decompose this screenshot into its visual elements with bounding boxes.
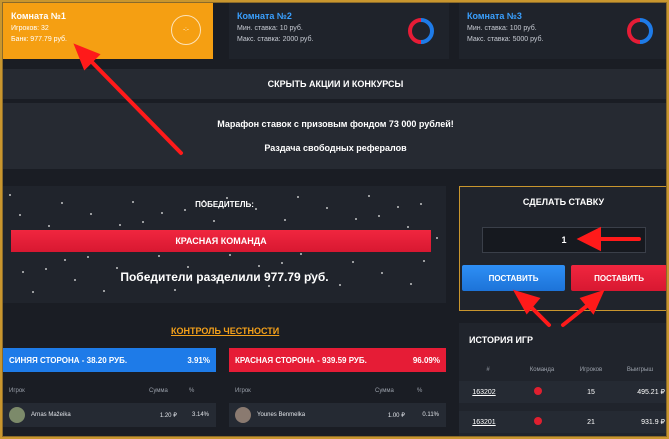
arrow-to-room1: [83, 53, 183, 155]
arrow-head: [576, 226, 601, 252]
game-page: Комната №1 Игроков: 32 Банк: 977.79 руб.…: [2, 2, 667, 437]
annotation-arrows: [73, 43, 641, 327]
